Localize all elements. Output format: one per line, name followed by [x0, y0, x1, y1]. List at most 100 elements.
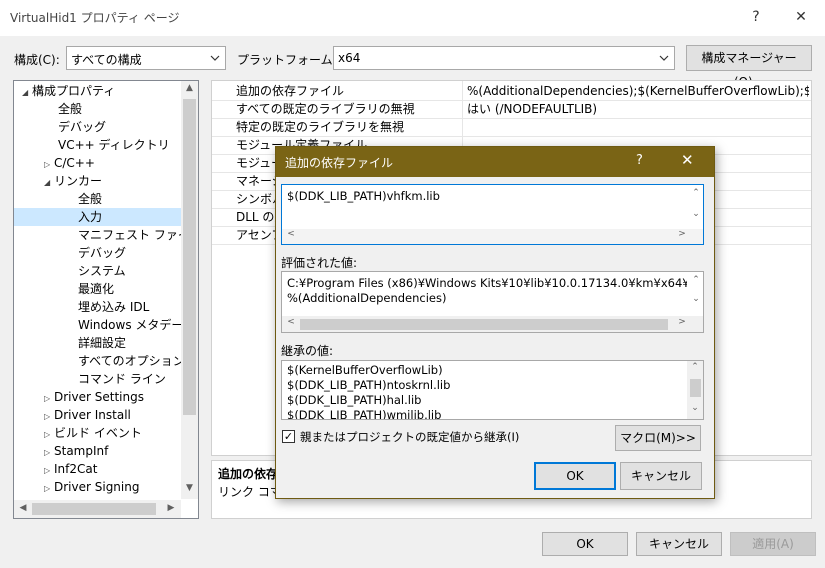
tree-item[interactable]: ◢ 構成プロパティ: [14, 82, 181, 100]
dialog-title: 追加の依存ファイル: [285, 156, 394, 170]
property-value[interactable]: はい (/NODEFAULTLIB): [467, 100, 809, 119]
tree-item-label: Driver Signing: [54, 480, 140, 494]
inherited-label: 継承の値:: [281, 344, 334, 358]
dialog-help-button[interactable]: ?: [636, 153, 643, 168]
tree-item[interactable]: 詳細設定: [14, 334, 181, 352]
scroll-left-icon[interactable]: <: [286, 229, 296, 239]
tree-view: ◢ 構成プロパティ 全般 デバッグ VC++ ディレクトリ ▷ C/C++ ◢ リンカー 全般 入力…: [14, 81, 181, 499]
evaluated-line: %(AdditionalDependencies): [287, 291, 447, 305]
platform-combo[interactable]: x64: [333, 46, 675, 70]
tree-item[interactable]: デバッグ: [14, 118, 181, 136]
tree-item-label: 構成プロパティ: [32, 84, 116, 98]
chevron-up-icon[interactable]: ⌃: [690, 188, 702, 198]
tree-item[interactable]: ▷ Driver Settings: [14, 388, 181, 406]
config-label: 構成(C):: [14, 53, 60, 67]
property-name[interactable]: 特定の既定のライブラリを無視: [236, 118, 460, 137]
config-combo[interactable]: すべての構成: [66, 46, 226, 70]
tree-horizontal-scrollbar[interactable]: ◀ ▶: [14, 500, 181, 518]
dependencies-input[interactable]: $(DDK_LIB_PATH)vhfkm.lib ⌃ ⌄ < >: [281, 184, 704, 245]
tree-item[interactable]: ▷ Driver Install: [14, 406, 181, 424]
evaluated-line: C:¥Program Files (x86)¥Windows Kits¥10¥l…: [287, 276, 687, 290]
property-value[interactable]: [467, 118, 809, 137]
cancel-button[interactable]: キャンセル: [636, 532, 722, 556]
scroll-up-icon[interactable]: ▲: [181, 83, 198, 93]
tree-item-label: システム: [78, 264, 126, 278]
dialog-cancel-button[interactable]: キャンセル: [620, 462, 702, 490]
scroll-down-icon[interactable]: ▼: [181, 483, 198, 493]
tree-item[interactable]: コマンド ライン: [14, 370, 181, 388]
inherited-vertical-scrollbar[interactable]: ⌃ ⌄: [687, 361, 703, 419]
scrollbar-thumb[interactable]: [690, 379, 701, 397]
property-name[interactable]: 追加の依存ファイル: [236, 82, 460, 101]
apply-button[interactable]: 適用(A): [730, 532, 816, 556]
dialog-ok-button[interactable]: OK: [534, 462, 616, 490]
tree-item-label: ビルド イベント: [54, 426, 142, 440]
tree-item-label: デバッグ: [58, 120, 107, 134]
scroll-right-icon[interactable]: ▶: [165, 503, 177, 513]
config-manager-button[interactable]: 構成マネージャー(O)...: [686, 45, 812, 89]
tree-item[interactable]: マニフェスト ファイル: [14, 226, 181, 244]
chevron-up-icon[interactable]: ⌃: [689, 362, 701, 372]
chevron-up-icon[interactable]: ⌃: [690, 275, 702, 285]
tree-item-label: デバッグ: [78, 246, 127, 260]
tree-item-label: リンカー: [54, 174, 103, 188]
tree-item[interactable]: ▷ ビルド イベント: [14, 424, 181, 442]
tree-item[interactable]: ▷ C/C++: [14, 154, 181, 172]
tree-item[interactable]: すべてのオプション: [14, 352, 181, 370]
ok-button[interactable]: OK: [542, 532, 628, 556]
tree-item-label: C/C++: [54, 156, 95, 170]
inherited-line: $(DDK_LIB_PATH)ntoskrnl.lib: [287, 378, 451, 392]
tree-item[interactable]: Windows メタデータ: [14, 316, 181, 334]
evaluated-horizontal-scrollbar[interactable]: < >: [282, 316, 703, 332]
close-button[interactable]: ✕: [786, 4, 816, 30]
tree-item[interactable]: デバッグ: [14, 244, 181, 262]
tree-item[interactable]: システム: [14, 262, 181, 280]
tree-item[interactable]: ▷ Driver Signing: [14, 478, 181, 496]
tree-item[interactable]: 最適化: [14, 280, 181, 298]
tree-item-label: コマンド ライン: [78, 372, 166, 386]
chevron-down-icon[interactable]: ⌄: [689, 403, 701, 413]
tree-item-label: 全般: [58, 102, 83, 116]
scroll-left-icon[interactable]: <: [286, 317, 296, 327]
chevron-down-icon[interactable]: ⌄: [690, 294, 702, 304]
chevron-down-icon[interactable]: ⌄: [690, 209, 702, 219]
scroll-right-icon[interactable]: >: [677, 229, 687, 239]
tree-item[interactable]: ▷ Inf2Cat: [14, 460, 181, 478]
chevron-down-icon: [208, 50, 222, 66]
tree-item-label: 詳細設定: [78, 336, 127, 350]
tree-item-label: 入力: [78, 210, 103, 224]
scroll-left-icon[interactable]: ◀: [17, 503, 29, 513]
inherited-line: $(DDK_LIB_PATH)wmilib.lib: [287, 408, 442, 420]
tree-item-label: 最適化: [78, 282, 115, 296]
platform-value: x64: [338, 51, 361, 65]
tree-item-label: Driver Settings: [54, 390, 144, 404]
inherited-value-box: $(KernelBufferOverflowLib) $(DDK_LIB_PAT…: [281, 360, 704, 420]
chevron-down-icon: [657, 50, 671, 66]
scroll-right-icon[interactable]: >: [677, 317, 687, 327]
scrollbar-thumb[interactable]: [183, 99, 196, 415]
inherited-line: $(KernelBufferOverflowLib): [287, 363, 443, 377]
inherit-checkbox[interactable]: ✓: [282, 430, 295, 443]
scrollbar-thumb[interactable]: [300, 319, 668, 330]
help-button[interactable]: ?: [741, 4, 771, 30]
tree-item[interactable]: ▷ StampInf: [14, 442, 181, 460]
property-name[interactable]: すべての既定のライブラリの無視: [236, 100, 460, 119]
dependencies-input-text: $(DDK_LIB_PATH)vhfkm.lib: [287, 189, 440, 203]
tree-item[interactable]: ◢ リンカー: [14, 172, 181, 190]
macro-button[interactable]: マクロ(M)>>: [615, 425, 701, 451]
tree-item-label: Inf2Cat: [54, 462, 98, 476]
scrollbar-thumb[interactable]: [32, 503, 156, 515]
tree-item[interactable]: 全般: [14, 190, 181, 208]
tree-item[interactable]: VC++ ディレクトリ: [14, 136, 181, 154]
tree-item-label: 埋め込み IDL: [78, 300, 150, 314]
additional-dependencies-dialog: 追加の依存ファイル ? ✕ $(DDK_LIB_PATH)vhfkm.lib ⌃…: [275, 146, 715, 499]
tree-item[interactable]: 全般: [14, 100, 181, 118]
dialog-title-bar: 追加の依存ファイル ? ✕: [276, 147, 714, 177]
input-horizontal-scrollbar[interactable]: < >: [282, 229, 703, 244]
tree-vertical-scrollbar[interactable]: ▲ ▼: [181, 81, 198, 499]
collapsed-triangle-icon[interactable]: ▷: [44, 480, 54, 498]
tree-item[interactable]: 入力: [14, 208, 181, 226]
property-value[interactable]: %(AdditionalDependencies);$(KernelBuffer…: [467, 82, 809, 101]
dialog-close-button[interactable]: ✕: [681, 151, 694, 169]
tree-item[interactable]: 埋め込み IDL: [14, 298, 181, 316]
